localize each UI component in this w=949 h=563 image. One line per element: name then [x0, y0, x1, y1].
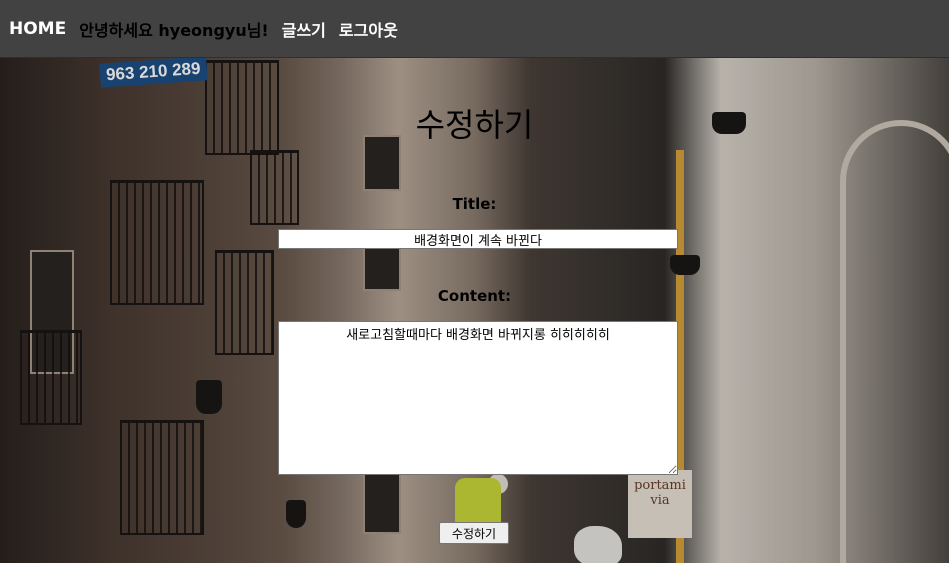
title-label: Title: [452, 195, 497, 213]
home-link[interactable]: HOME [9, 19, 66, 39]
content-label: Content: [437, 287, 512, 305]
edit-form: 수정하기 Title: Content: 새로고침할때마다 배경화면 바뀌지롱 … [0, 58, 949, 563]
user-greeting: 안녕하세요 hyeongyu님! [79, 20, 269, 40]
title-input[interactable] [278, 229, 678, 249]
logout-link[interactable]: 로그아웃 [339, 17, 398, 41]
write-link[interactable]: 글쓰기 [282, 17, 326, 41]
content-textarea[interactable]: 새로고침할때마다 배경화면 바뀌지롱 히히히히히 [278, 321, 678, 475]
submit-edit-button[interactable]: 수정하기 [439, 522, 509, 544]
page-title: 수정하기 [415, 106, 534, 144]
top-navbar: HOME 안녕하세요 hyeongyu님! 글쓰기 로그아웃 [0, 0, 949, 58]
